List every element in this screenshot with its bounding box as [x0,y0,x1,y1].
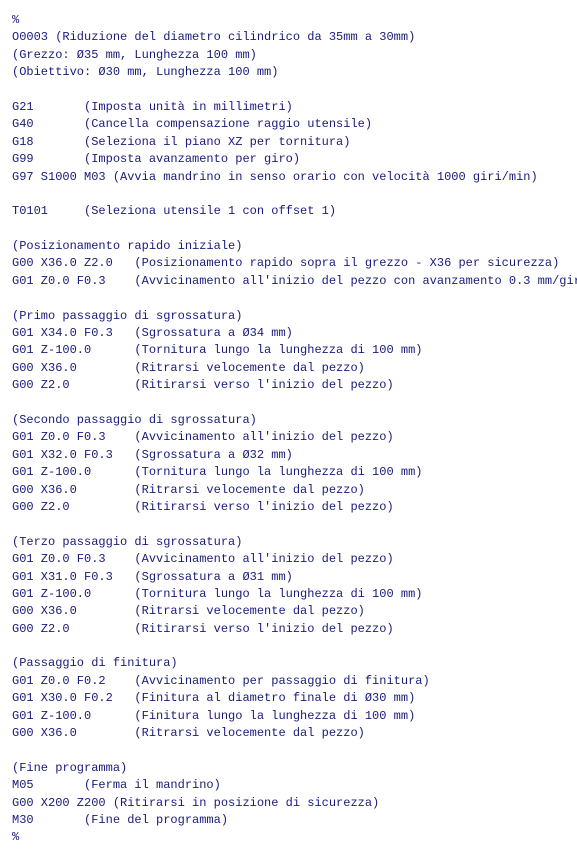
code-line: G01 Z0.0 F0.3 (Avvicinamento all'inizio … [12,273,565,290]
code-line: G01 Z0.0 F0.3 (Avvicinamento all'inizio … [12,551,565,568]
code-line: G01 Z-100.0 (Tornitura lungo la lunghezz… [12,586,565,603]
code-line: G01 X34.0 F0.3 (Sgrossatura a Ø34 mm) [12,325,565,342]
code-line: G01 Z0.0 F0.2 (Avvicinamento per passagg… [12,673,565,690]
code-line [12,395,565,412]
code-line: G01 Z-100.0 (Tornitura lungo la lunghezz… [12,464,565,481]
code-line: % [12,829,565,846]
code-line: G00 X200 Z200 (Ritirarsi in posizione di… [12,795,565,812]
code-line: G21 (Imposta unità in millimetri) [12,99,565,116]
code-line: G01 X32.0 F0.3 (Sgrossatura a Ø32 mm) [12,447,565,464]
code-line: (Obiettivo: Ø30 mm, Lunghezza 100 mm) [12,64,565,81]
code-line: G00 Z2.0 (Ritirarsi verso l'inizio del p… [12,377,565,394]
code-line [12,82,565,99]
code-line: G99 (Imposta avanzamento per giro) [12,151,565,168]
code-line: (Secondo passaggio di sgrossatura) [12,412,565,429]
code-line: % [12,12,565,29]
code-line: G00 X36.0 (Ritrarsi velocemente dal pezz… [12,482,565,499]
code-line: G18 (Seleziona il piano XZ per tornitura… [12,134,565,151]
code-line: G00 Z2.0 (Ritirarsi verso l'inizio del p… [12,621,565,638]
code-line [12,516,565,533]
code-line: O0003 (Riduzione del diametro cilindrico… [12,29,565,46]
code-line: M30 (Fine del programma) [12,812,565,829]
code-line: (Terzo passaggio di sgrossatura) [12,534,565,551]
code-line: G40 (Cancella compensazione raggio utens… [12,116,565,133]
gcode-listing: %O0003 (Riduzione del diametro cilindric… [12,12,565,847]
code-line: (Passaggio di finitura) [12,655,565,672]
code-line: G00 X36.0 (Ritrarsi velocemente dal pezz… [12,360,565,377]
code-line [12,290,565,307]
code-line: G01 Z-100.0 (Tornitura lungo la lunghezz… [12,342,565,359]
code-line [12,638,565,655]
code-line [12,221,565,238]
code-line [12,742,565,759]
code-line: G01 Z-100.0 (Finitura lungo la lunghezza… [12,708,565,725]
code-line: G00 X36.0 (Ritrarsi velocemente dal pezz… [12,725,565,742]
code-line: G00 Z2.0 (Ritirarsi verso l'inizio del p… [12,499,565,516]
code-line: G00 X36.0 (Ritrarsi velocemente dal pezz… [12,603,565,620]
code-line: G01 X31.0 F0.3 (Sgrossatura a Ø31 mm) [12,569,565,586]
code-line: G97 S1000 M03 (Avvia mandrino in senso o… [12,169,565,186]
code-line: (Posizionamento rapido iniziale) [12,238,565,255]
code-line: G00 X36.0 Z2.0 (Posizionamento rapido so… [12,255,565,272]
code-line: (Grezzo: Ø35 mm, Lunghezza 100 mm) [12,47,565,64]
code-line: G01 X30.0 F0.2 (Finitura al diametro fin… [12,690,565,707]
code-line: M05 (Ferma il mandrino) [12,777,565,794]
code-line: (Primo passaggio di sgrossatura) [12,308,565,325]
code-line: T0101 (Seleziona utensile 1 con offset 1… [12,203,565,220]
code-line: (Fine programma) [12,760,565,777]
code-line: G01 Z0.0 F0.3 (Avvicinamento all'inizio … [12,429,565,446]
code-line [12,186,565,203]
